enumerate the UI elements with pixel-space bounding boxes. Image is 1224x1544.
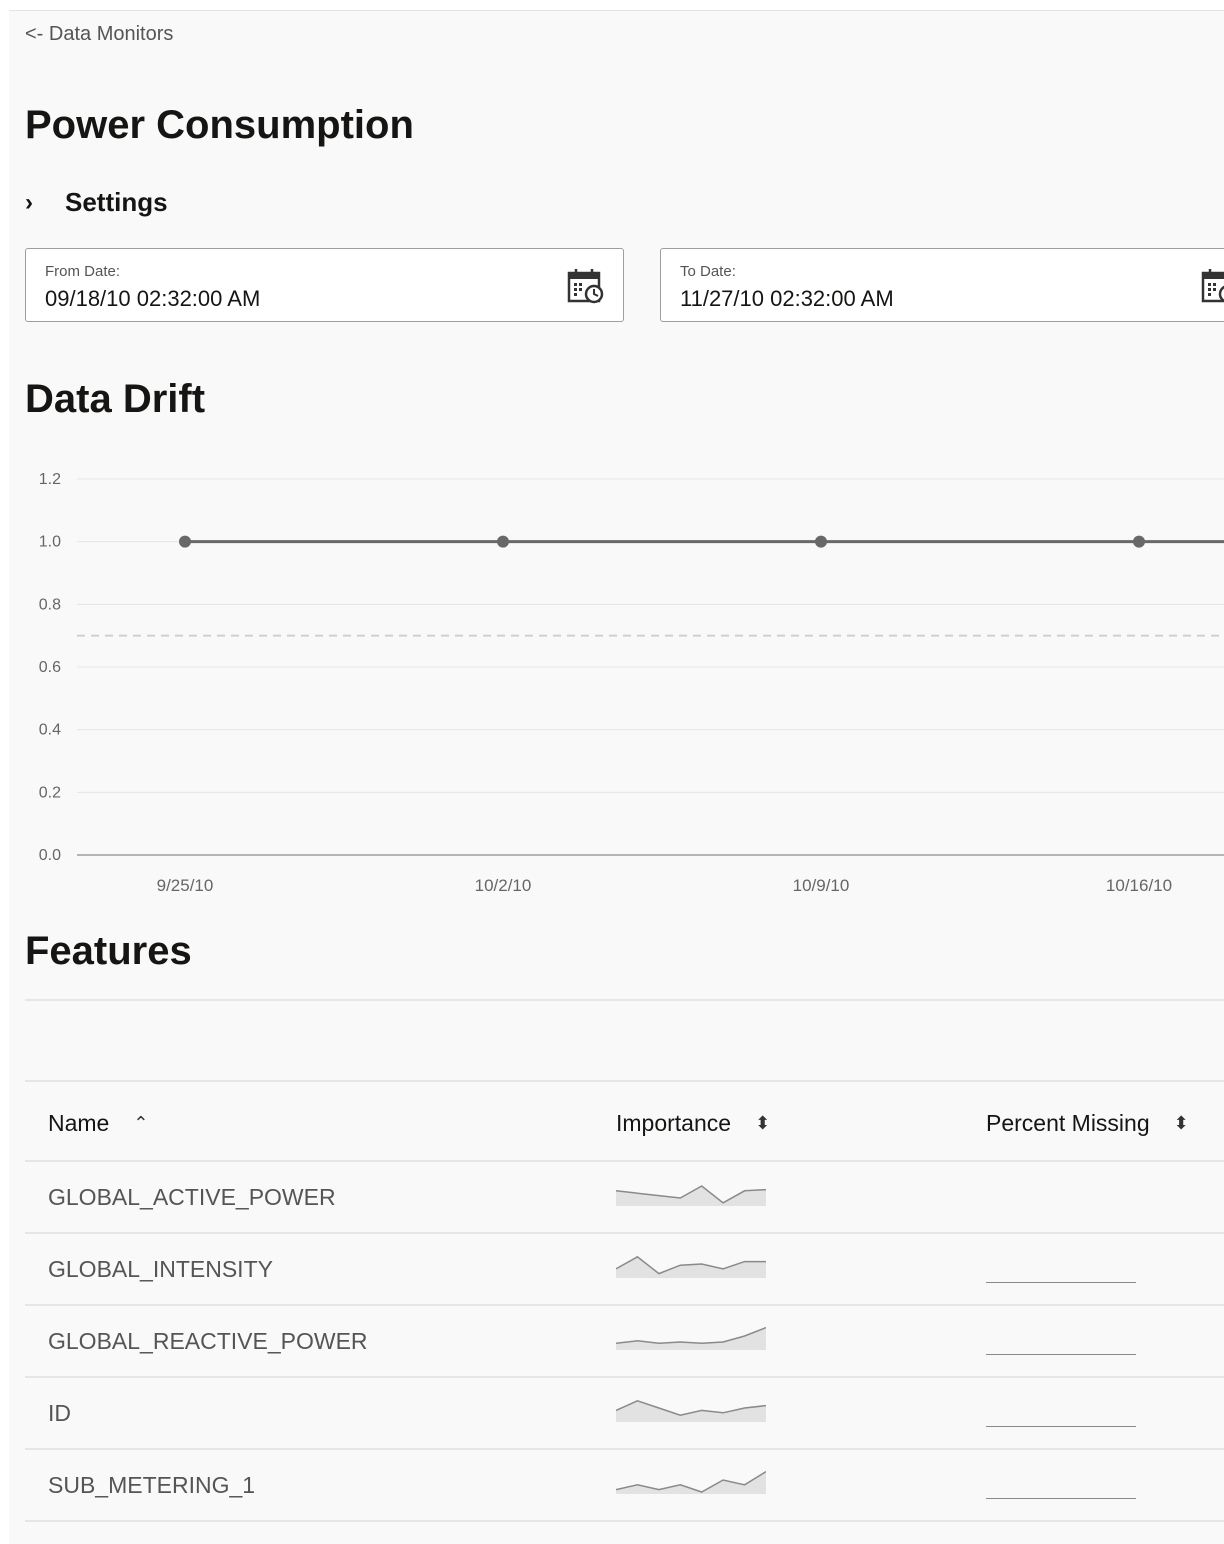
importance-sparkline [616,1185,766,1206]
table-row[interactable]: GLOBAL_INTENSITY [25,1234,1224,1306]
back-to-data-monitors-link[interactable]: <- Data Monitors [25,23,173,46]
x-tick-label: 10/9/10 [793,876,850,891]
feature-name: GLOBAL_REACTIVE_POWER [48,1328,368,1354]
x-tick-label: 9/25/10 [157,876,214,891]
y-tick-label: 0.8 [39,596,61,613]
column-header-importance-label: Importance [616,1110,732,1136]
sparkline-area [616,1327,766,1350]
feature-name: GLOBAL_ACTIVE_POWER [48,1184,336,1210]
table-header: Name ⌃ Importance ⬍ Percent Missing ⬍ [25,1080,1224,1162]
to-date-label: To Date: [680,263,736,280]
importance-sparkline [616,1399,766,1422]
importance-sparkline [616,1326,766,1350]
feature-name: ID [48,1400,71,1426]
column-header-importance[interactable]: Importance ⬍ [616,1110,770,1137]
features-divider [25,999,1224,1001]
page-title: Power Consumption [25,103,414,147]
from-date-field[interactable]: From Date: 09/18/10 02:32:00 AM [25,248,624,322]
column-header-name[interactable]: Name ⌃ [48,1110,148,1137]
column-header-percent-missing[interactable]: Percent Missing ⬍ [986,1110,1189,1137]
percent-missing-indicator [986,1426,1136,1427]
column-header-percent-missing-label: Percent Missing [986,1110,1150,1136]
percent-missing-indicator [986,1282,1136,1283]
percent-missing-indicator [986,1354,1136,1355]
sparkline-area [616,1471,766,1494]
y-tick-label: 1.2 [39,471,61,488]
to-date-field[interactable]: To Date: 11/27/10 02:32:00 AM [660,248,1224,322]
importance-sparkline [616,1255,766,1278]
x-tick-label: 10/16/10 [1106,876,1172,891]
importance-sparkline [616,1470,766,1494]
table-row[interactable]: ID [25,1378,1224,1450]
to-date-value[interactable]: 11/27/10 02:32:00 AM [680,286,894,312]
sort-ascending-icon[interactable]: ⌃ [133,1113,148,1134]
percent-missing-indicator [986,1498,1136,1499]
table-row[interactable]: GLOBAL_ACTIVE_POWER [25,1162,1224,1234]
data-point[interactable] [179,535,191,548]
y-tick-label: 0.4 [39,722,61,739]
sort-icon[interactable]: ⬍ [1174,1113,1189,1134]
x-tick-label: 10/2/10 [475,876,532,891]
column-header-name-label: Name [48,1110,110,1136]
calendar-clock-icon[interactable] [567,268,605,309]
data-point[interactable] [815,535,827,548]
data-point[interactable] [497,535,509,548]
from-date-label: From Date: [45,263,121,280]
y-tick-label: 0.0 [39,847,61,864]
y-tick-label: 0.6 [39,659,61,676]
sparkline-area [616,1186,766,1206]
table-body: GLOBAL_ACTIVE_POWER GLOBAL_INTENSITY GLOBA… [25,1162,1224,1522]
feature-name: SUB_METERING_1 [48,1472,256,1498]
sort-icon[interactable]: ⬍ [755,1113,770,1134]
sparkline-area [616,1400,766,1422]
sparkline-area [616,1256,766,1278]
features-table: Name ⌃ Importance ⬍ Percent Missing ⬍ GL… [25,1080,1224,1522]
features-heading: Features [25,929,192,973]
table-row[interactable]: SUB_METERING_1 [25,1450,1224,1522]
calendar-clock-icon[interactable] [1201,268,1224,309]
y-tick-label: 0.2 [39,784,61,801]
data-monitor-page: <- Data Monitors Power Consumption › Set… [9,10,1224,1544]
chevron-right-icon: › [25,188,33,216]
data-drift-chart: 0.0 0.2 0.4 0.6 0.8 1.0 1.2 9/25/10 10/2/10 10/9/… [39,471,1224,891]
from-date-value[interactable]: 09/18/10 02:32:00 AM [45,286,260,312]
data-point[interactable] [1133,535,1145,548]
feature-name: GLOBAL_INTENSITY [48,1256,273,1282]
settings-toggle[interactable]: › Settings [25,187,168,218]
y-tick-label: 1.0 [39,534,61,551]
data-drift-heading: Data Drift [25,377,206,421]
settings-label: Settings [65,187,168,217]
table-row[interactable]: GLOBAL_REACTIVE_POWER [25,1306,1224,1378]
